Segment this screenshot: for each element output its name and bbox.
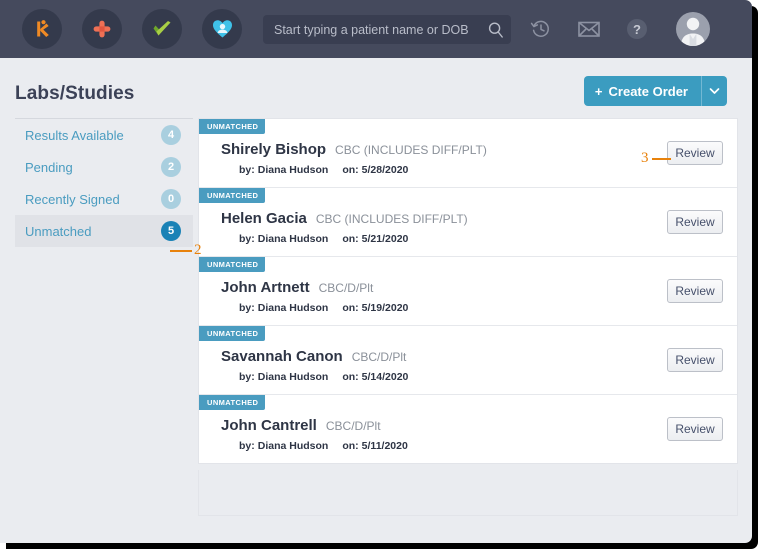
patient-name: Shirely Bishop xyxy=(221,141,327,158)
row-primary: Shirely Bishop CBC (INCLUDES DIFF/PLT) xyxy=(221,141,487,158)
status-badge: UNMATCHED xyxy=(199,257,266,272)
table-row[interactable]: UNMATCHED John Artnett CBC/D/Plt by: Dian… xyxy=(199,257,737,326)
status-badge: UNMATCHED xyxy=(199,326,266,341)
test-name: CBC/D/Plt xyxy=(325,419,381,433)
kareo-k-logo-icon[interactable] xyxy=(22,9,62,49)
annotation-number: 3 xyxy=(641,150,649,166)
search-icon[interactable] xyxy=(481,15,511,44)
row-meta: by: Diana Hudson on: 5/14/2020 xyxy=(239,371,408,383)
page-title: Labs/Studies xyxy=(15,83,135,104)
review-button[interactable]: Review xyxy=(667,210,723,234)
test-name: CBC (INCLUDES DIFF/PLT) xyxy=(335,143,487,157)
plus-icon: + xyxy=(594,83,603,99)
annotation-number: 2 xyxy=(194,242,202,258)
table-row[interactable]: UNMATCHED Helen Gacia CBC (INCLUDES DIFF… xyxy=(199,188,737,257)
screenshot-root: ? Labs/Studies + Create Order xyxy=(0,0,765,550)
labs-filter-sidebar: Results Available 4 Pending 2 Recently S… xyxy=(15,118,193,247)
sidebar-item-count: 2 xyxy=(161,157,181,177)
labs-list: UNMATCHED Shirely Bishop CBC (INCLUDES D… xyxy=(198,118,738,464)
row-primary: Savannah Canon CBC/D/Plt xyxy=(221,348,406,365)
patient-name: John Cantrell xyxy=(221,417,317,434)
test-name: CBC (INCLUDES DIFF/PLT) xyxy=(315,212,468,226)
ordering-provider: Diana Hudson xyxy=(257,440,329,452)
ordering-provider: Diana Hudson xyxy=(257,233,329,245)
order-date: 5/11/2020 xyxy=(361,440,408,452)
review-button[interactable]: Review xyxy=(667,141,723,165)
review-button[interactable]: Review xyxy=(667,348,723,372)
order-date: 5/28/2020 xyxy=(361,164,409,176)
status-badge: UNMATCHED xyxy=(199,119,266,134)
avatar[interactable] xyxy=(676,12,710,46)
on-label: on: xyxy=(342,440,359,452)
table-row[interactable]: UNMATCHED Savannah Canon CBC/D/Plt by: Di… xyxy=(199,326,737,395)
sidebar-item-label: Pending xyxy=(25,159,73,175)
green-check-swoosh-icon[interactable] xyxy=(142,9,182,49)
by-label: by: xyxy=(239,233,255,245)
sidebar-item-label: Recently Signed xyxy=(25,191,120,207)
chevron-down-icon xyxy=(709,88,720,94)
help-icon[interactable]: ? xyxy=(624,16,650,42)
row-meta: by: Diana Hudson on: 5/21/2020 xyxy=(239,233,408,245)
review-button[interactable]: Review xyxy=(667,417,723,441)
medical-cross-icon[interactable] xyxy=(82,9,122,49)
annotation-marker-2: 2 xyxy=(170,242,202,259)
sidebar-item-recently-signed[interactable]: Recently Signed 0 xyxy=(15,183,193,215)
test-name: CBC/D/Plt xyxy=(351,350,407,364)
history-icon[interactable] xyxy=(528,16,554,42)
order-date: 5/19/2020 xyxy=(361,302,409,314)
sidebar-item-results-available[interactable]: Results Available 4 xyxy=(15,119,193,151)
sidebar-item-label: Results Available xyxy=(25,127,124,143)
by-label: by: xyxy=(239,440,255,452)
create-order-dropdown-button[interactable] xyxy=(701,76,727,106)
search-input[interactable] xyxy=(263,22,481,37)
row-primary: John Cantrell CBC/D/Plt xyxy=(221,417,381,434)
create-order-button-group: + Create Order xyxy=(583,76,727,106)
status-badge: UNMATCHED xyxy=(199,395,266,410)
create-order-label: Create Order xyxy=(608,83,688,99)
annotation-leader-line xyxy=(170,249,192,252)
sidebar-item-count: 4 xyxy=(161,125,181,145)
create-order-button[interactable]: + Create Order xyxy=(583,76,701,106)
row-meta: by: Diana Hudson on: 5/19/2020 xyxy=(239,302,408,314)
by-label: by: xyxy=(239,164,255,176)
order-date: 5/14/2020 xyxy=(361,371,409,383)
by-label: by: xyxy=(239,302,255,314)
ordering-provider: Diana Hudson xyxy=(257,371,329,383)
top-navigation-bar: ? xyxy=(0,0,752,58)
patient-search-box[interactable] xyxy=(263,15,511,44)
topbar-action-group: ? xyxy=(528,12,710,46)
mail-icon[interactable] xyxy=(576,16,602,42)
sidebar-item-count: 5 xyxy=(161,221,181,241)
svg-text:?: ? xyxy=(633,22,641,37)
ordering-provider: Diana Hudson xyxy=(257,164,329,176)
row-primary: Helen Gacia CBC (INCLUDES DIFF/PLT) xyxy=(221,210,468,227)
test-name: CBC/D/Plt xyxy=(318,281,374,295)
on-label: on: xyxy=(342,233,359,245)
annotation-leader-line xyxy=(651,157,671,160)
order-date: 5/21/2020 xyxy=(361,233,409,245)
sidebar-item-pending[interactable]: Pending 2 xyxy=(15,151,193,183)
browser-window: ? Labs/Studies + Create Order xyxy=(0,0,752,543)
patient-name: Savannah Canon xyxy=(221,348,343,365)
brand-icon-group xyxy=(22,9,242,49)
sidebar-item-count: 0 xyxy=(161,189,181,209)
sidebar-item-label: Unmatched xyxy=(25,223,92,239)
row-meta: by: Diana Hudson on: 5/11/2020 xyxy=(239,440,408,452)
list-footer xyxy=(198,470,738,516)
review-button[interactable]: Review xyxy=(667,279,723,303)
on-label: on: xyxy=(342,164,359,176)
row-primary: John Artnett CBC/D/Plt xyxy=(221,279,373,296)
status-badge: UNMATCHED xyxy=(199,188,266,203)
sidebar-item-unmatched[interactable]: Unmatched 5 xyxy=(15,215,193,247)
on-label: on: xyxy=(342,371,359,383)
patient-heart-icon[interactable] xyxy=(202,9,242,49)
ordering-provider: Diana Hudson xyxy=(257,302,329,314)
table-row[interactable]: UNMATCHED John Cantrell CBC/D/Plt by: Dia… xyxy=(199,395,737,463)
row-meta: by: Diana Hudson on: 5/28/2020 xyxy=(239,164,408,176)
on-label: on: xyxy=(342,302,359,314)
by-label: by: xyxy=(239,371,255,383)
patient-name: John Artnett xyxy=(221,279,310,296)
annotation-marker-3: 3 xyxy=(641,150,671,167)
patient-name: Helen Gacia xyxy=(221,210,307,227)
